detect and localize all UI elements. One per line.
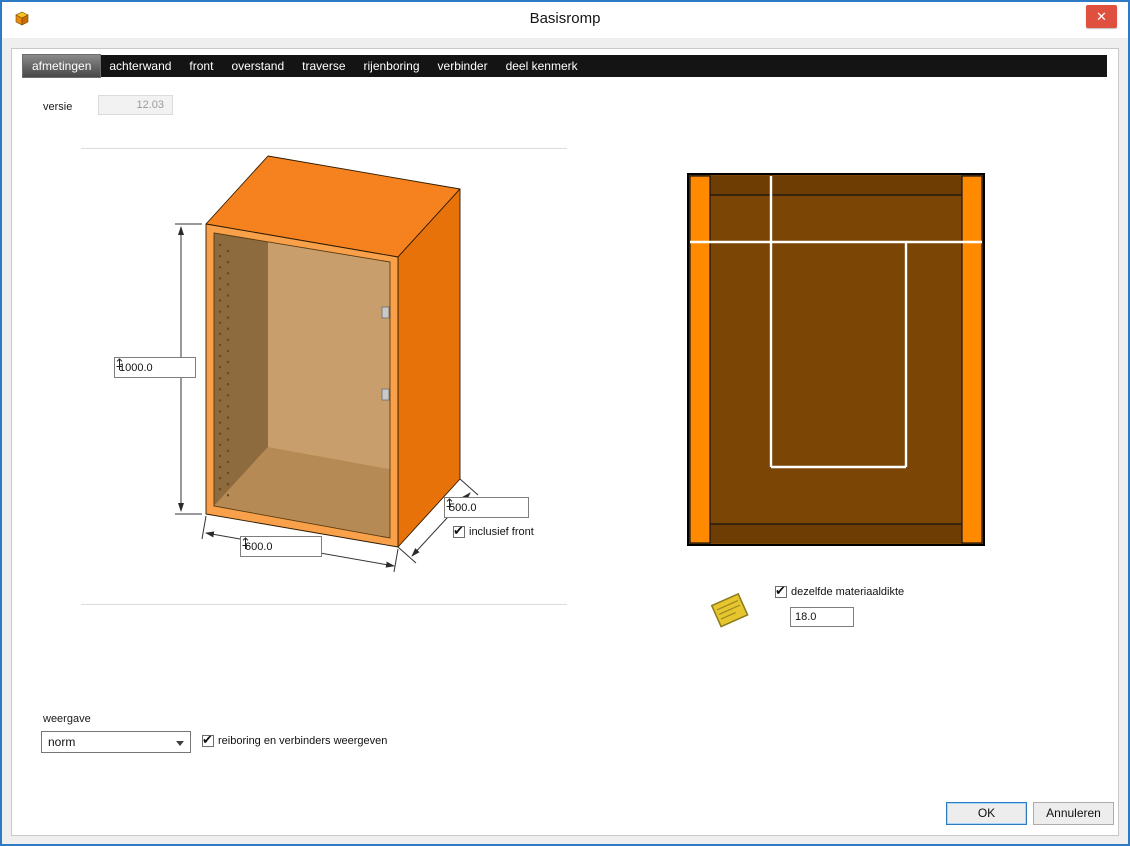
ok-button[interactable]: OK bbox=[946, 802, 1027, 825]
topview-front-rail bbox=[710, 524, 962, 543]
close-button[interactable]: ✕ bbox=[1086, 5, 1117, 28]
topview-back-panel bbox=[710, 176, 962, 195]
material-icon bbox=[704, 585, 754, 635]
thickness-input[interactable] bbox=[790, 607, 854, 627]
topview-guide-lines bbox=[690, 176, 982, 467]
tab-bar: afmetingen achterwand front overstand tr… bbox=[23, 55, 1107, 77]
tab-overstand[interactable]: overstand bbox=[222, 55, 293, 77]
height-pin-icon[interactable] bbox=[182, 358, 195, 377]
weergave-select[interactable]: norm bbox=[41, 731, 191, 753]
title-bar: Basisromp ✕ bbox=[2, 2, 1128, 38]
weergave-selected-value: norm bbox=[48, 735, 75, 749]
dialog-body: afmetingen achterwand front overstand tr… bbox=[11, 48, 1119, 836]
tab-verbinder[interactable]: verbinder bbox=[429, 55, 497, 77]
versie-field bbox=[98, 95, 173, 115]
width-pin-icon[interactable] bbox=[308, 537, 321, 556]
reiboring-label: reiboring en verbinders weergeven bbox=[218, 735, 387, 747]
same-thickness-label: dezelfde materiaaldikte bbox=[791, 586, 904, 598]
tab-achterwand[interactable]: achterwand bbox=[100, 55, 180, 77]
depth-pin-icon[interactable] bbox=[515, 498, 528, 517]
cabinet-top-view-area bbox=[687, 173, 985, 546]
width-field[interactable] bbox=[240, 536, 322, 557]
inclusief-front-row: inclusief front bbox=[453, 526, 534, 538]
height-field[interactable] bbox=[114, 357, 196, 378]
opening-edge bbox=[214, 233, 390, 538]
topview-right-side bbox=[962, 176, 982, 543]
reiboring-checkbox[interactable] bbox=[202, 735, 214, 747]
width-input[interactable] bbox=[241, 541, 308, 553]
dimension-lines bbox=[175, 224, 478, 572]
reiboring-row: reiboring en verbinders weergeven bbox=[202, 735, 387, 747]
page-title: Basisromp bbox=[2, 10, 1128, 27]
cancel-button[interactable]: Annuleren bbox=[1033, 802, 1114, 825]
cabinet-top-view bbox=[687, 173, 985, 546]
topview-left-side bbox=[690, 176, 710, 543]
inclusief-front-label: inclusief front bbox=[469, 526, 534, 538]
tab-deel-kenmerk[interactable]: deel kenmerk bbox=[497, 55, 587, 77]
depth-field[interactable] bbox=[444, 497, 529, 518]
cabinet-3d-area: inclusief front bbox=[42, 149, 572, 609]
height-input[interactable] bbox=[115, 362, 182, 374]
tab-rijenboring[interactable]: rijenboring bbox=[355, 55, 429, 77]
same-thickness-checkbox[interactable] bbox=[775, 586, 787, 598]
depth-input[interactable] bbox=[445, 502, 515, 514]
cabinet-interior bbox=[214, 174, 444, 538]
versie-label: versie bbox=[43, 101, 72, 113]
connector-marks bbox=[382, 307, 389, 400]
tab-afmetingen[interactable]: afmetingen bbox=[23, 55, 100, 77]
cabinet-body bbox=[206, 156, 460, 547]
same-thickness-row: dezelfde materiaaldikte bbox=[775, 586, 904, 598]
drill-row-holes bbox=[220, 245, 228, 499]
topview-bottom-panel bbox=[688, 174, 984, 545]
inclusief-front-checkbox[interactable] bbox=[453, 526, 465, 538]
tab-traverse[interactable]: traverse bbox=[293, 55, 354, 77]
dialog-window: Basisromp ✕ afmetingen achterwand front … bbox=[0, 0, 1130, 846]
weergave-label: weergave bbox=[43, 713, 91, 725]
chevron-down-icon bbox=[176, 741, 184, 746]
tab-front[interactable]: front bbox=[180, 55, 222, 77]
